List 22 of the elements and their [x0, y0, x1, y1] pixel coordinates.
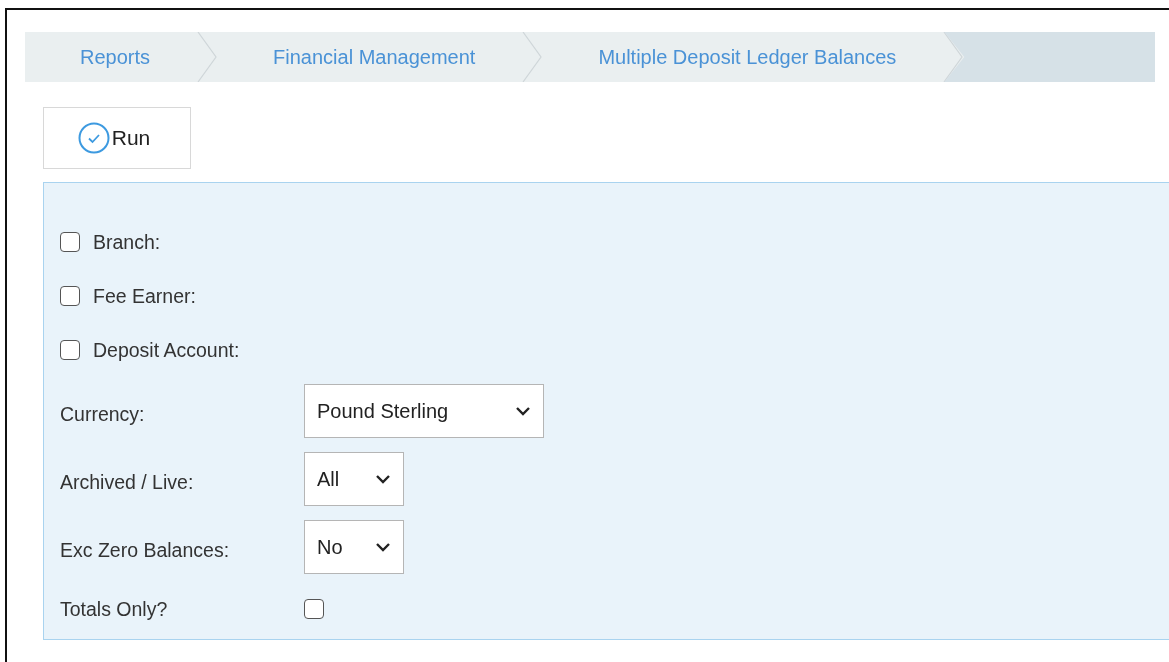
check-circle-icon [77, 122, 110, 154]
checkbox[interactable] [304, 599, 324, 619]
checkbox[interactable] [60, 232, 80, 252]
dropdown[interactable]: Pound Sterling [304, 384, 544, 438]
chevron-down-icon [375, 542, 391, 552]
dropdown[interactable]: All [304, 452, 404, 506]
field-label: Exc Zero Balances: [60, 538, 231, 562]
field-label: Branch: [93, 230, 161, 254]
field-label: Archived / Live: [60, 470, 195, 494]
field-label: Totals Only? [60, 597, 169, 621]
chevron-icon [521, 32, 544, 82]
chevron-icon [196, 32, 219, 82]
checkbox[interactable] [60, 286, 80, 306]
run-button[interactable]: Run [43, 107, 191, 169]
checkbox[interactable] [60, 340, 80, 360]
field-label: Fee Earner: [93, 284, 196, 308]
chevron-icon [942, 32, 965, 82]
field-label: Deposit Account: [93, 338, 240, 362]
field-label: Currency: [60, 402, 146, 426]
chevron-down-icon [515, 406, 531, 416]
chevron-down-icon [375, 474, 391, 484]
dropdown[interactable]: No [304, 520, 404, 574]
